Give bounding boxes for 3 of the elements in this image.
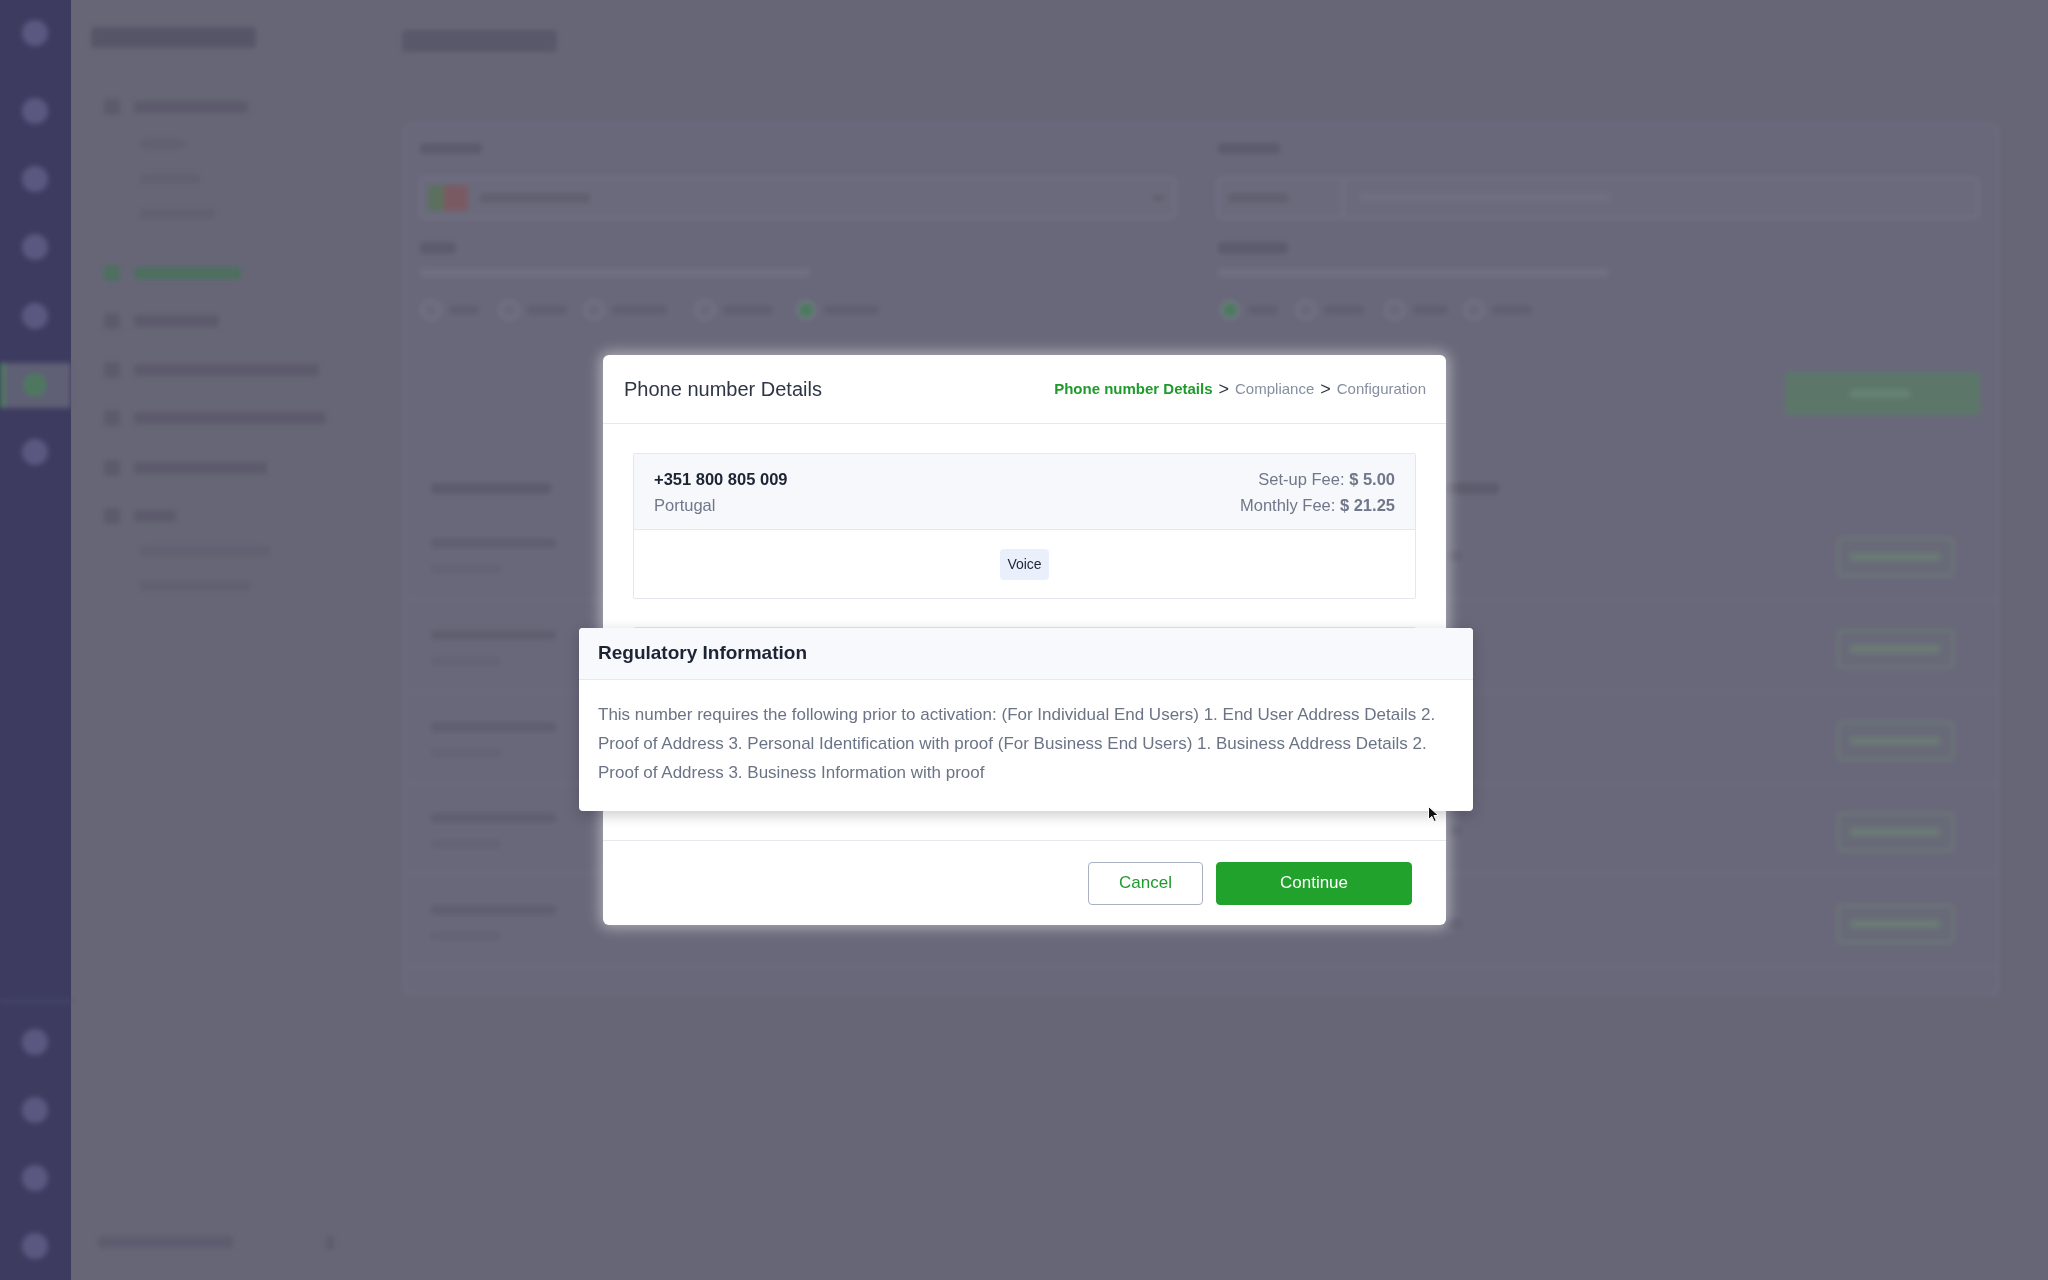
popover-title: Regulatory Information <box>598 642 807 665</box>
regulatory-text: This number requires the following prior to activation: (For Individual End Users) 1. End User Address Details 2. Proof of Address 3. Personal Identification with proof (For Business End Users) 1. Business Address Details 2. Proof of Address 3. Business Information with proof <box>598 704 1437 784</box>
capability-tag: Voice <box>1000 548 1049 580</box>
